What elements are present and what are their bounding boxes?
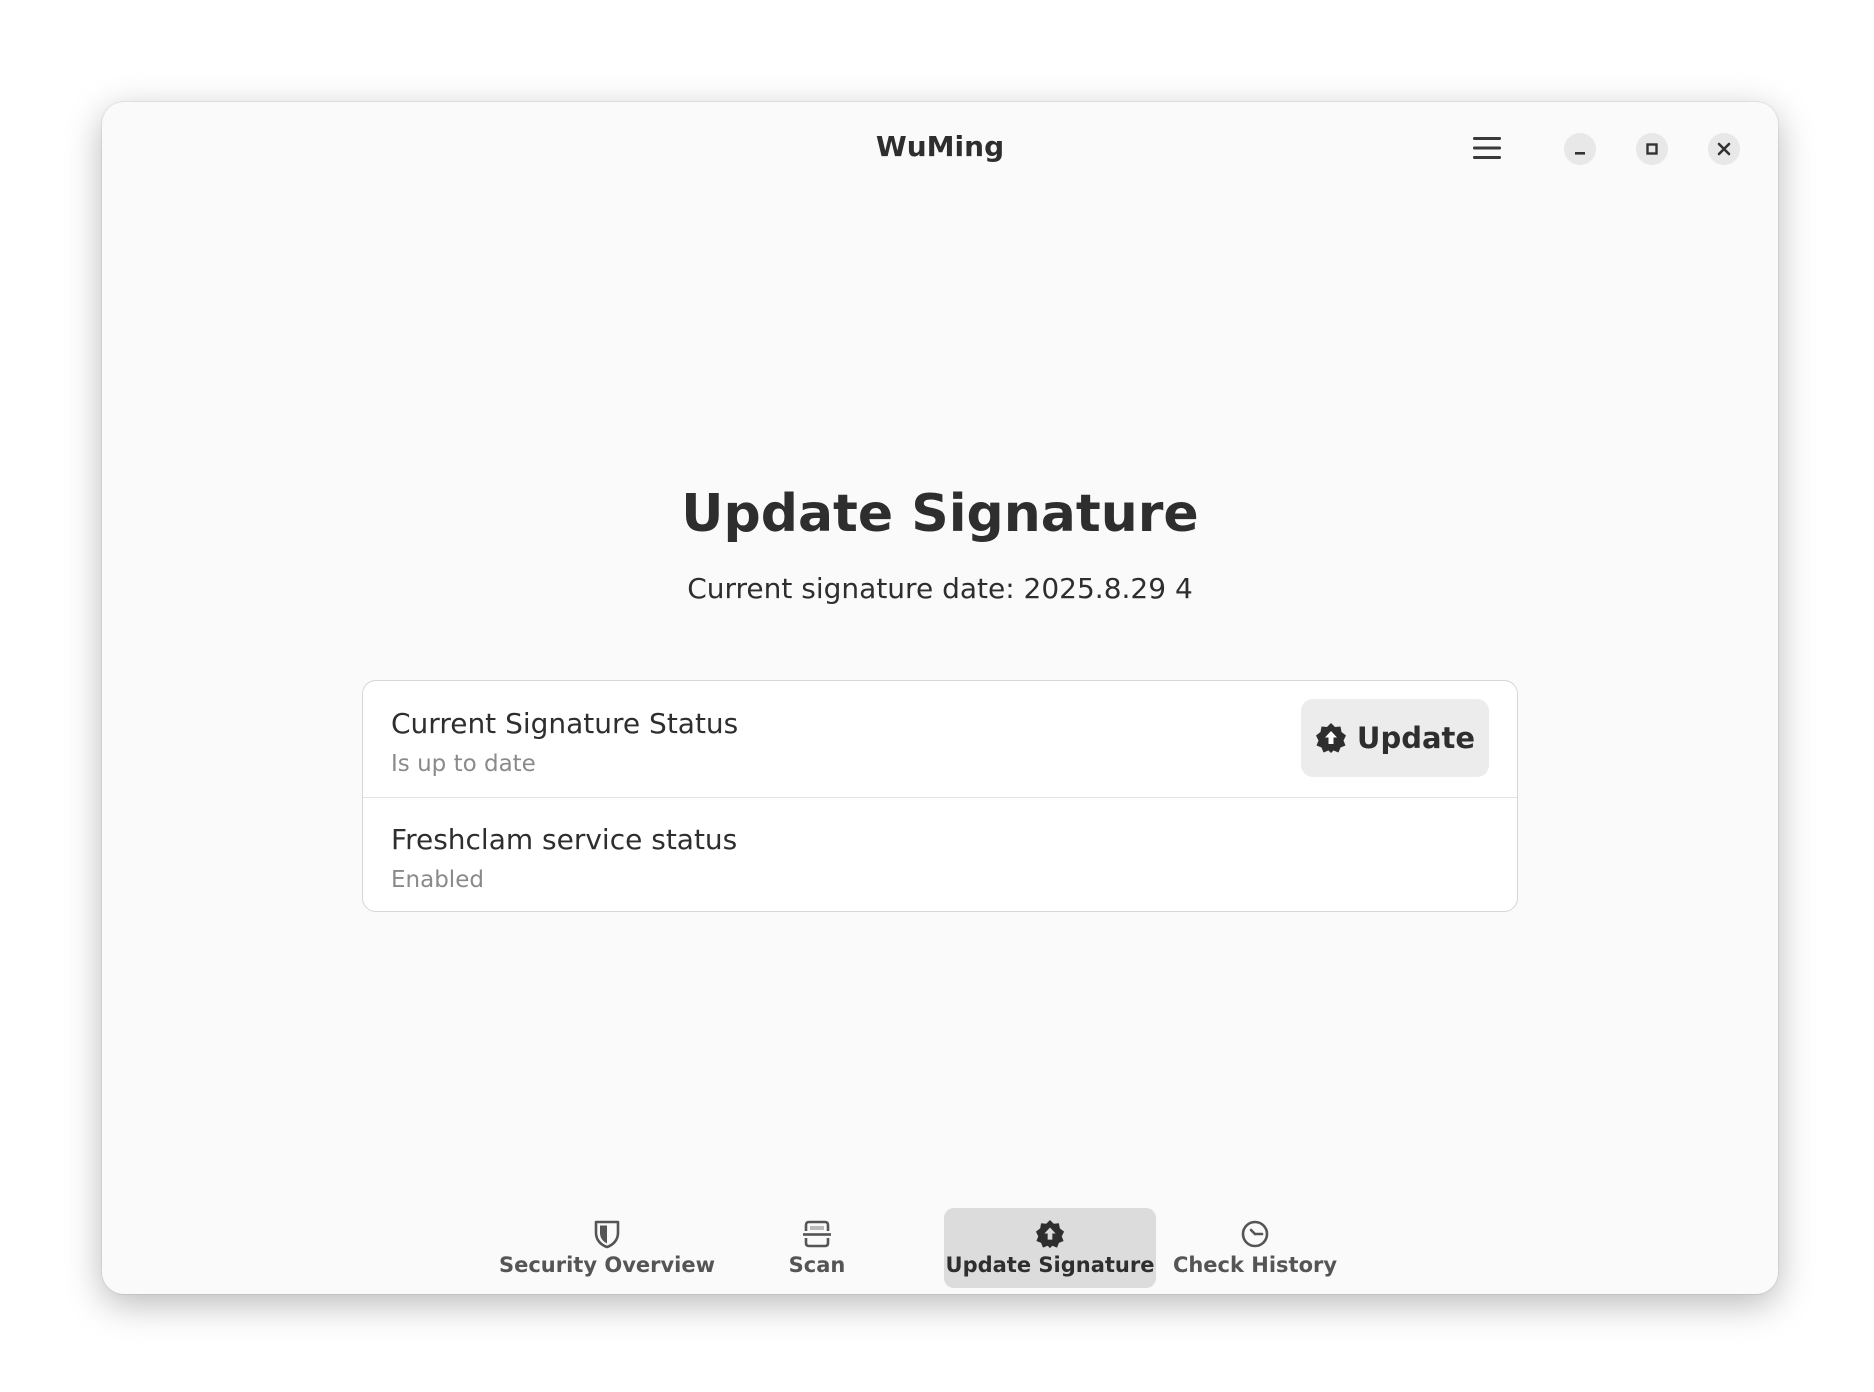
tab-check-history[interactable]: Check History — [1170, 1208, 1340, 1288]
freshclam-status-row: Freshclam service status Enabled — [363, 797, 1517, 911]
signature-status-card: Current Signature Status Is up to date U… — [362, 680, 1518, 912]
scan-icon — [803, 1220, 831, 1248]
tab-update-signature-label: Update Signature — [945, 1253, 1155, 1277]
minimize-button[interactable] — [1564, 133, 1596, 165]
titlebar[interactable]: WuMing — [102, 102, 1778, 194]
tab-scan[interactable]: Scan — [762, 1208, 872, 1288]
badge-upload-icon — [1315, 723, 1346, 753]
maximize-icon — [1646, 143, 1658, 155]
app-window: WuMing Update Signature Current signatur — [102, 102, 1778, 1294]
tab-scan-label: Scan — [788, 1253, 846, 1277]
update-button[interactable]: Update — [1301, 699, 1489, 777]
close-button[interactable] — [1708, 133, 1740, 165]
clock-icon — [1241, 1220, 1269, 1248]
maximize-button[interactable] — [1636, 133, 1668, 165]
shield-icon — [594, 1220, 620, 1249]
signature-status-value: Is up to date — [391, 751, 536, 777]
window-title: WuMing — [875, 130, 1005, 163]
freshclam-status-title: Freshclam service status — [391, 823, 738, 856]
hamburger-menu-icon — [1473, 137, 1501, 159]
tab-security-overview-label: Security Overview — [498, 1253, 716, 1277]
update-button-label: Update — [1356, 721, 1476, 755]
tab-security-overview[interactable]: Security Overview — [498, 1208, 716, 1288]
bottom-navigation: Security Overview Scan Update Signature — [102, 1208, 1778, 1290]
tab-update-signature[interactable]: Update Signature — [944, 1208, 1156, 1288]
tab-check-history-label: Check History — [1172, 1253, 1338, 1277]
freshclam-status-value: Enabled — [391, 867, 484, 893]
signature-date: Current signature date: 2025.8.29 4 — [687, 572, 1193, 605]
signature-status-row: Current Signature Status Is up to date U… — [363, 681, 1517, 798]
page-title: Update Signature — [681, 484, 1199, 544]
minimize-icon — [1575, 152, 1585, 155]
badge-upload-icon — [1035, 1219, 1065, 1249]
close-icon — [1717, 142, 1731, 156]
main-menu-button[interactable] — [1460, 124, 1514, 172]
signature-status-title: Current Signature Status — [391, 707, 739, 740]
